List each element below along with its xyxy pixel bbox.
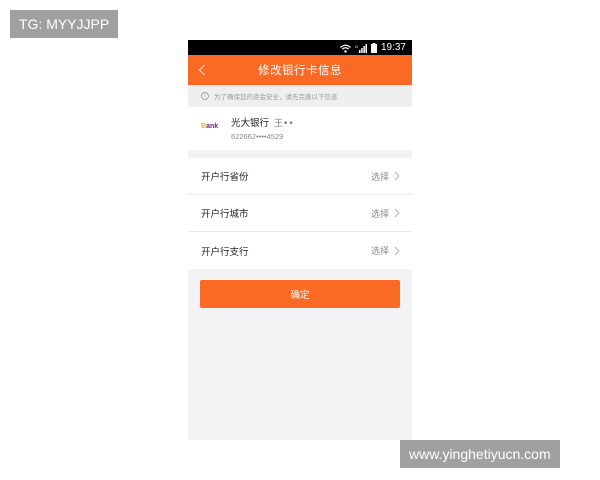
chevron-left-icon (198, 64, 205, 76)
battery-icon (370, 42, 377, 53)
field-select[interactable]: 选择 (371, 244, 400, 257)
bank-name: 光大银行 (231, 118, 270, 129)
bank-logo: Bank (201, 123, 219, 130)
card-number: 622662••••4529 (231, 132, 284, 141)
select-text: 选择 (370, 209, 389, 220)
select-text: 选择 (370, 172, 389, 183)
security-notice: i 为了确保您的资金安全，请先完善以下信息 (188, 85, 412, 107)
field-label: 开户行省份 (201, 172, 249, 183)
confirm-button[interactable]: 确定 (200, 280, 400, 308)
field-select[interactable]: 选择 (371, 170, 400, 183)
chevron-right-icon (394, 208, 400, 218)
field-row-branch[interactable]: 开户行支行 选择 (188, 232, 412, 269)
svg-text:G: G (355, 44, 358, 49)
section-gap (188, 150, 412, 158)
watermark-bottom-right: www.yinghetiyucn.com (400, 440, 560, 468)
info-icon: i (201, 92, 209, 100)
status-bar: G 19:37 (188, 40, 412, 55)
field-row-province[interactable]: 开户行省份 选择 (188, 158, 412, 195)
field-label: 开户行支行 (201, 246, 249, 258)
nav-bar: 修改银行卡信息 (188, 55, 412, 85)
field-select[interactable]: 选择 (371, 207, 400, 220)
wifi-icon (340, 43, 351, 53)
notice-text: 为了确保您的资金安全，请先完善以下信息 (214, 93, 338, 101)
chevron-right-icon (394, 171, 400, 181)
bank-name-line: 光大银行 王•• (231, 115, 294, 129)
back-button[interactable] (194, 62, 210, 78)
field-label: 开户行城市 (201, 209, 249, 220)
phone-screen: G 19:37 修改银行卡信息 i 为了确保您的资金安全，请先完善以下信息 Ba… (188, 40, 412, 440)
bank-card-info: Bank 光大银行 王•• 622662••••4529 (188, 107, 412, 150)
status-time: 19:37 (380, 42, 406, 53)
field-row-city[interactable]: 开户行城市 选择 (188, 195, 412, 232)
chevron-right-icon (394, 246, 400, 255)
card-holder: 王•• (274, 119, 294, 129)
page-title: 修改银行卡信息 (258, 63, 342, 77)
signal-icon: G (355, 43, 367, 53)
watermark-top-left: TG: MYYJJPP (10, 10, 119, 38)
bank-branch-fields: 开户行省份 选择 开户行城市 选择 开户行支行 选择 (188, 158, 412, 269)
select-text: 选择 (370, 247, 389, 257)
